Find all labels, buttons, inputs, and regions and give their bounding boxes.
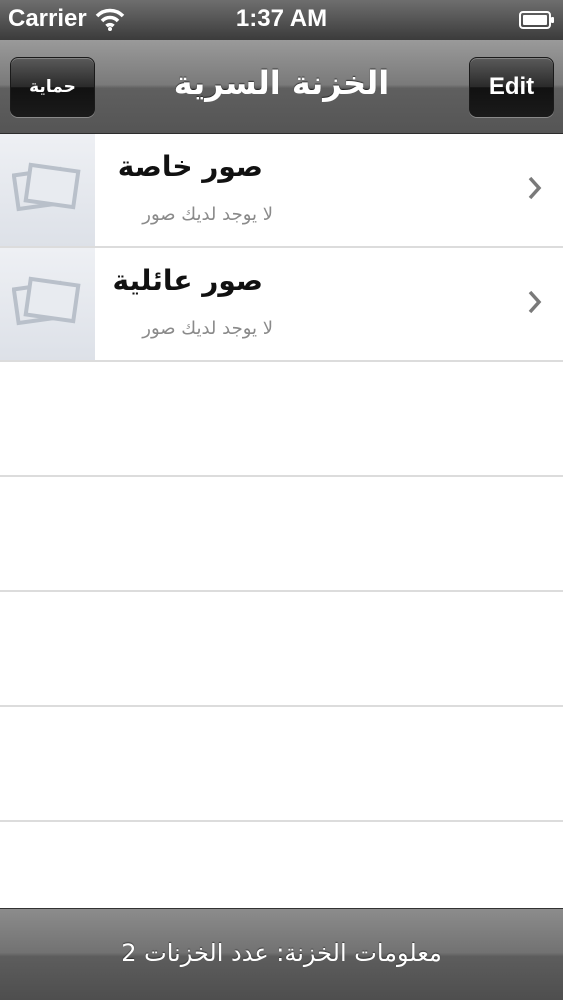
- navigation-bar: حماية الخزنة السرية Edit: [0, 40, 563, 134]
- album-subtitle: لا يوجد لديك صور: [142, 204, 273, 225]
- photos-placeholder-icon: [12, 162, 81, 212]
- footer-toolbar: معلومات الخزنة: عدد الخزنات 2: [0, 908, 563, 1000]
- battery-icon: [519, 11, 554, 29]
- empty-row: [0, 707, 563, 822]
- edit-button[interactable]: Edit: [469, 57, 554, 117]
- status-bar: Carrier 1:37 AM: [0, 0, 563, 40]
- album-title: صور خاصة: [117, 150, 263, 183]
- photos-placeholder-icon: [12, 276, 81, 326]
- page-title: الخزنة السرية: [173, 64, 390, 102]
- album-thumbnail: [0, 248, 95, 360]
- album-row-family[interactable]: صور عائلية لا يوجد لديك صور: [0, 248, 563, 362]
- album-thumbnail: [0, 134, 95, 246]
- album-list: صور خاصة لا يوجد لديك صور صور عائلية لا …: [0, 134, 563, 908]
- album-title: صور عائلية: [112, 264, 263, 297]
- chevron-right-icon: [528, 290, 542, 314]
- album-row-private[interactable]: صور خاصة لا يوجد لديك صور: [0, 134, 563, 248]
- vault-info-text: معلومات الخزنة: عدد الخزنات 2: [121, 939, 442, 967]
- empty-row: [0, 477, 563, 592]
- album-subtitle: لا يوجد لديك صور: [142, 318, 273, 339]
- protect-button[interactable]: حماية: [10, 57, 95, 117]
- empty-row: [0, 362, 563, 477]
- chevron-right-icon: [528, 176, 542, 200]
- clock: 1:37 AM: [235, 5, 328, 32]
- empty-row: [0, 592, 563, 707]
